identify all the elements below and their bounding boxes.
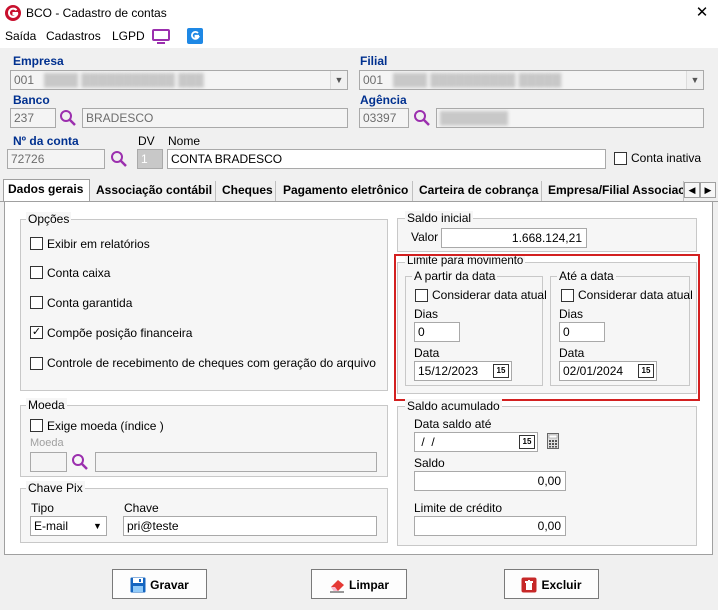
chevron-down-icon: ▼: [89, 517, 106, 535]
conta-garantida-checkbox[interactable]: [30, 296, 43, 309]
calculator-icon[interactable]: [547, 433, 559, 449]
moeda-code-input[interactable]: [30, 452, 67, 472]
conta-caixa-checkbox[interactable]: [30, 266, 43, 279]
agencia-code-input[interactable]: 03397: [359, 108, 409, 128]
exige-moeda-checkbox[interactable]: [30, 419, 43, 432]
conta-inativa-checkbox[interactable]: [614, 152, 627, 165]
moeda-title: Moeda: [26, 398, 67, 412]
filial-code: 001: [363, 73, 384, 87]
tab-carteira-cobranca[interactable]: Carteira de cobrança: [415, 181, 542, 202]
filial-select[interactable]: 001 ████ ██████████ █████ ▼: [359, 70, 704, 90]
chave-label: Chave: [124, 501, 159, 515]
nome-label: Nome: [168, 134, 201, 148]
numconta-label: Nº da conta: [13, 134, 79, 148]
window-title: BCO - Cadastro de contas: [26, 6, 167, 20]
empresa-label: Empresa: [13, 54, 64, 68]
saldo-acumulado-title: Saldo acumulado: [405, 399, 502, 413]
chave-input[interactable]: pri@teste: [123, 516, 377, 536]
tab-associacao-contabil[interactable]: Associação contábil: [92, 181, 216, 202]
search-icon[interactable]: [413, 109, 431, 127]
valor-input[interactable]: 1.668.124,21: [441, 228, 587, 248]
banco-label: Banco: [13, 93, 50, 107]
limpar-button[interactable]: Limpar: [311, 569, 407, 599]
banco-name-input[interactable]: BRADESCO: [82, 108, 348, 128]
exibir-relatorios-checkbox[interactable]: [30, 237, 43, 250]
conta-inativa-label: Conta inativa: [631, 151, 702, 165]
controle-cheques-checkbox[interactable]: [30, 357, 43, 370]
empresa-name-redacted: ████ ███████████ ███: [37, 73, 204, 87]
exige-moeda-label: Exige moeda (índice ): [47, 419, 164, 433]
agencia-name-input[interactable]: ████████: [436, 108, 704, 128]
menu-cadastros[interactable]: Cadastros: [46, 28, 101, 46]
app-shortcut-icon[interactable]: [187, 28, 203, 44]
saldo-inicial-title: Saldo inicial: [405, 211, 474, 225]
data-saldo-label: Data saldo até: [414, 417, 492, 431]
tab-scroll-right-icon[interactable]: ▶: [700, 182, 716, 198]
valor-label: Valor: [411, 230, 439, 244]
banco-code-input[interactable]: 237: [10, 108, 56, 128]
numconta-input[interactable]: 72726: [7, 149, 105, 169]
eraser-icon: [329, 579, 344, 593]
compoe-posicao-label: Compõe posição financeira: [47, 326, 193, 340]
controle-cheques-label: Controle de recebimento de cheques com g…: [47, 356, 376, 370]
tipo-label: Tipo: [31, 501, 54, 515]
agencia-name-redacted: ████████: [440, 111, 509, 125]
nome-input[interactable]: CONTA BRADESCO: [167, 149, 606, 169]
tab-empresa-filial[interactable]: Empresa/Filial Associac: [544, 181, 684, 202]
search-icon[interactable]: [59, 109, 77, 127]
chevron-down-icon: ▼: [330, 71, 347, 89]
compoe-posicao-checkbox[interactable]: ✓: [30, 326, 43, 339]
agencia-label: Agência: [360, 93, 407, 107]
dv-label: DV: [138, 134, 155, 148]
save-icon: [130, 577, 146, 593]
calendar-icon[interactable]: 15: [519, 435, 535, 449]
chave-pix-title: Chave Pix: [26, 481, 85, 495]
limpar-label: Limpar: [348, 577, 389, 592]
close-button[interactable]: ✕: [692, 3, 712, 23]
search-icon[interactable]: [71, 453, 89, 471]
menu-saida[interactable]: Saída: [5, 28, 36, 46]
tab-scroll-left-icon[interactable]: ◀: [684, 182, 700, 198]
tipo-select[interactable]: E-mail ▼: [30, 516, 107, 536]
app-logo-icon: [5, 5, 21, 21]
filial-label: Filial: [360, 54, 388, 68]
menu-bar: [0, 28, 718, 48]
trash-icon: [521, 577, 537, 593]
monitor-icon[interactable]: [152, 29, 170, 45]
tab-pagamento-eletronico[interactable]: Pagamento eletrônico: [279, 181, 413, 202]
limite-credito-input[interactable]: 0,00: [414, 516, 566, 536]
conta-caixa-label: Conta caixa: [47, 266, 111, 280]
tipo-value: E-mail: [34, 519, 69, 533]
moeda-name-input[interactable]: [95, 452, 377, 472]
limite-credito-label: Limite de crédito: [414, 501, 503, 515]
excluir-label: Excluir: [541, 577, 582, 592]
saldo-label: Saldo: [414, 456, 445, 470]
opcoes-title: Opções: [26, 212, 72, 226]
exibir-relatorios-label: Exibir em relatórios: [47, 237, 150, 251]
tab-cheques[interactable]: Cheques: [218, 181, 276, 202]
saldo-input[interactable]: 0,00: [414, 471, 566, 491]
conta-garantida-label: Conta garantida: [47, 296, 133, 310]
empresa-code: 001: [14, 73, 35, 87]
tab-dados-gerais[interactable]: Dados gerais: [3, 179, 90, 202]
search-icon[interactable]: [110, 150, 128, 168]
gravar-label: Gravar: [150, 577, 189, 592]
dv-input[interactable]: 1: [137, 149, 163, 169]
excluir-button[interactable]: Excluir: [504, 569, 599, 599]
gravar-button[interactable]: Gravar: [112, 569, 207, 599]
moeda-label: Moeda: [30, 437, 64, 449]
empresa-select[interactable]: 001 ████ ███████████ ███ ▼: [10, 70, 348, 90]
chevron-down-icon: ▼: [686, 71, 703, 89]
filial-name-redacted: ████ ██████████ █████: [386, 73, 562, 87]
highlight-box: [394, 254, 700, 401]
menu-lgpd[interactable]: LGPD: [112, 28, 145, 46]
